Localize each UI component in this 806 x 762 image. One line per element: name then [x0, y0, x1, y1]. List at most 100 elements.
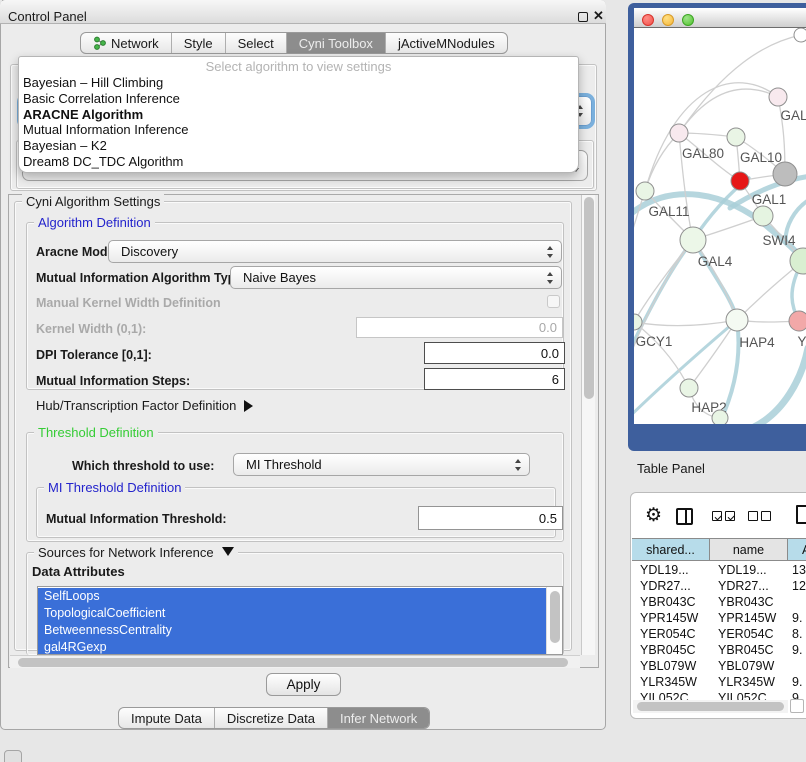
network-canvas[interactable]: GALGAL80GAL10GAL1SWI4GAL11GAL4GCY1HAP4YH… [634, 28, 806, 424]
network-node[interactable] [670, 124, 688, 142]
close-icon[interactable]: ✕ [593, 8, 604, 24]
list-item[interactable]: BetweennessCentrality [38, 622, 547, 639]
list-item[interactable]: TopologicalCoefficient [38, 605, 547, 622]
dropdown-item[interactable]: Bayesian – Hill Climbing [19, 75, 578, 91]
tab-impute-data[interactable]: Impute Data [119, 708, 214, 728]
minimized-panel-icon[interactable] [4, 750, 22, 762]
algorithm-dropdown-popup: Select algorithm to view settings Bayesi… [18, 56, 579, 173]
dropdown-placeholder: Select algorithm to view settings [19, 59, 578, 75]
node-label: GAL11 [648, 204, 689, 219]
scrollbar-thumb[interactable] [637, 702, 784, 711]
table-row[interactable]: YDL19...YDL19...13 [632, 562, 806, 578]
network-edge[interactable] [752, 348, 806, 424]
scrollbar-thumb[interactable] [550, 591, 560, 643]
list-vertical-scrollbar[interactable] [546, 587, 562, 655]
split-columns-icon[interactable] [676, 508, 693, 525]
network-node[interactable] [773, 162, 797, 186]
tab-cyni-toolbox[interactable]: Cyni Toolbox [286, 33, 385, 53]
node-label: GAL4 [698, 254, 733, 269]
control-panel-titlebar[interactable] [0, 0, 606, 24]
table-row[interactable]: YBR043CYBR043C [632, 594, 806, 610]
kernel-width-label: Kernel Width (0,1): [36, 322, 146, 336]
network-node[interactable] [731, 172, 749, 190]
deselect-all-icon[interactable] [748, 511, 771, 521]
dpi-tolerance-field[interactable]: 0.0 [424, 342, 565, 364]
network-node[interactable] [789, 311, 806, 331]
manual-kernel-checkbox[interactable] [547, 295, 560, 308]
tab-jactivemnodules[interactable]: jActiveMNodules [385, 33, 507, 53]
minimize-traffic-light-icon[interactable] [662, 14, 674, 26]
node-label: Y [797, 334, 806, 349]
select-all-icon[interactable] [712, 511, 735, 521]
dropdown-item[interactable]: ARACNE Algorithm [19, 107, 578, 123]
network-node[interactable] [794, 28, 806, 42]
network-node[interactable] [712, 410, 728, 424]
network-node[interactable] [753, 206, 773, 226]
network-edge[interactable] [679, 89, 778, 133]
list-item[interactable]: gal4RGexp [38, 639, 547, 655]
expand-icon[interactable] [244, 400, 253, 412]
column-header[interactable]: A [788, 539, 806, 560]
settings-horizontal-scrollbar[interactable] [10, 655, 580, 668]
column-header[interactable]: name [710, 539, 788, 560]
network-edge[interactable] [645, 83, 778, 191]
apply-button[interactable]: Apply [266, 673, 341, 696]
network-node[interactable] [726, 309, 748, 331]
which-threshold-label: Which threshold to use: [72, 459, 214, 473]
table-row[interactable]: YDR27...YDR27...12 [632, 578, 806, 594]
network-edge[interactable] [634, 320, 737, 326]
table-cell: YER054C [710, 626, 788, 642]
table-panel-title: Table Panel [637, 461, 705, 476]
table-row[interactable]: YER054CYER054C8. [632, 626, 806, 642]
tab-select[interactable]: Select [225, 33, 286, 53]
which-threshold-combo[interactable]: MI Threshold [233, 453, 530, 476]
dropdown-item[interactable]: Basic Correlation Inference [19, 91, 578, 107]
hub-factor-section-toggle[interactable]: Hub/Transcription Factor Definition [36, 398, 253, 413]
tab-discretize-data[interactable]: Discretize Data [214, 708, 327, 728]
network-node[interactable] [680, 227, 706, 253]
tab-style[interactable]: Style [171, 33, 225, 53]
tab-infer-network[interactable]: Infer Network [327, 708, 429, 728]
network-edge[interactable] [634, 322, 689, 388]
settings-vertical-scrollbar[interactable] [581, 195, 595, 655]
mi-steps-field[interactable]: 6 [424, 368, 565, 390]
scrollbar-thumb[interactable] [18, 658, 568, 667]
close-traffic-light-icon[interactable] [642, 14, 654, 26]
dropdown-item[interactable]: Mutual Information Inference [19, 122, 578, 138]
table-cell: YBR045C [632, 642, 710, 658]
network-node[interactable] [769, 88, 787, 106]
table-row[interactable]: YPR145WYPR145W9. [632, 610, 806, 626]
float-window-icon[interactable] [578, 12, 588, 22]
mi-threshold-field[interactable]: 0.5 [418, 506, 563, 530]
dropdown-item[interactable]: Bayesian – K2 [19, 138, 578, 154]
mi-type-combo[interactable]: Naive Bayes [230, 266, 562, 289]
table-cell [788, 594, 806, 610]
column-header[interactable]: shared... [632, 539, 710, 560]
zoom-traffic-light-icon[interactable] [682, 14, 694, 26]
list-item[interactable]: SelfLoops [38, 588, 547, 605]
network-node[interactable] [680, 379, 698, 397]
collapse-icon[interactable] [222, 547, 234, 556]
table-row[interactable]: YBR045CYBR045C9. [632, 642, 806, 658]
tab-network[interactable]: Network [81, 33, 171, 53]
aracne-mode-combo[interactable]: Discovery [108, 240, 562, 263]
data-attributes-list[interactable]: SelfLoopsTopologicalCoefficientBetweenne… [37, 586, 563, 655]
table-horizontal-scrollbar[interactable] [633, 700, 788, 713]
network-edge[interactable] [645, 133, 679, 191]
network-window-titlebar[interactable] [634, 8, 806, 28]
network-node[interactable] [636, 182, 654, 200]
kernel-width-field[interactable]: 0.0 [356, 317, 563, 338]
node-label: GCY1 [636, 334, 673, 349]
dropdown-item-list: Bayesian – Hill ClimbingBasic Correlatio… [19, 75, 578, 170]
group-title: MI Threshold Definition [44, 480, 185, 495]
network-icon [93, 36, 107, 50]
table-row[interactable]: YBL079WYBL079W [632, 658, 806, 674]
manual-kernel-label: Manual Kernel Width Definition [36, 296, 221, 310]
gear-icon[interactable]: ⚙ [645, 504, 662, 527]
dropdown-item[interactable]: Dream8 DC_TDC Algorithm [19, 154, 578, 170]
network-node[interactable] [727, 128, 745, 146]
table-row[interactable]: YLR345WYLR345W9. [632, 674, 806, 690]
function-builder-icon[interactable] [796, 505, 806, 524]
group-title: Algorithm Definition [34, 215, 155, 230]
scrollbar-thumb[interactable] [584, 197, 594, 399]
